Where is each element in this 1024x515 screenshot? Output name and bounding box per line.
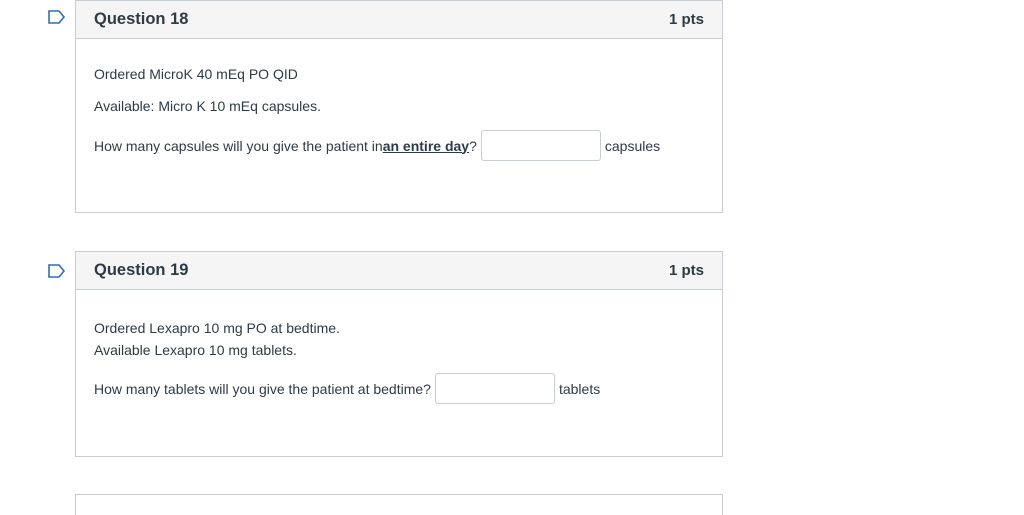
question-text-line: Available: Micro K 10 mEq capsules. xyxy=(94,98,321,114)
next-question-card xyxy=(75,494,723,515)
question-header: Question 18 1 pts xyxy=(76,1,722,39)
answer-input[interactable] xyxy=(434,373,555,404)
answer-row: How many tablets will you give the patie… xyxy=(94,373,600,404)
question-prompt-end: ? xyxy=(469,137,477,154)
question-text-line: Available Lexapro 10 mg tablets. xyxy=(94,342,297,358)
question-prompt: How many capsules will you give the pati… xyxy=(94,137,383,154)
bookmark-flag-icon[interactable] xyxy=(48,10,66,24)
bookmark-flag-icon[interactable] xyxy=(48,264,66,278)
question-18-card: Question 18 1 pts Ordered MicroK 40 mEq … xyxy=(75,0,723,213)
question-prompt: How many tablets will you give the patie… xyxy=(94,380,431,397)
question-title: Question 19 xyxy=(94,261,189,279)
question-text-line: Ordered MicroK 40 mEq PO QID xyxy=(94,66,298,82)
question-prompt-emphasis: an entire day xyxy=(382,137,470,154)
answer-row: How many capsules will you give the pati… xyxy=(94,130,660,161)
question-title: Question 18 xyxy=(94,10,189,28)
answer-unit: tablets xyxy=(558,380,601,397)
answer-input[interactable] xyxy=(480,130,601,161)
answer-unit: capsules xyxy=(604,137,661,154)
question-header: Question 19 1 pts xyxy=(76,252,722,290)
question-text-line: Ordered Lexapro 10 mg PO at bedtime. xyxy=(94,320,340,336)
question-points: 1 pts xyxy=(668,11,704,28)
question-points: 1 pts xyxy=(668,262,704,279)
question-19-card: Question 19 1 pts Ordered Lexapro 10 mg … xyxy=(75,251,723,457)
